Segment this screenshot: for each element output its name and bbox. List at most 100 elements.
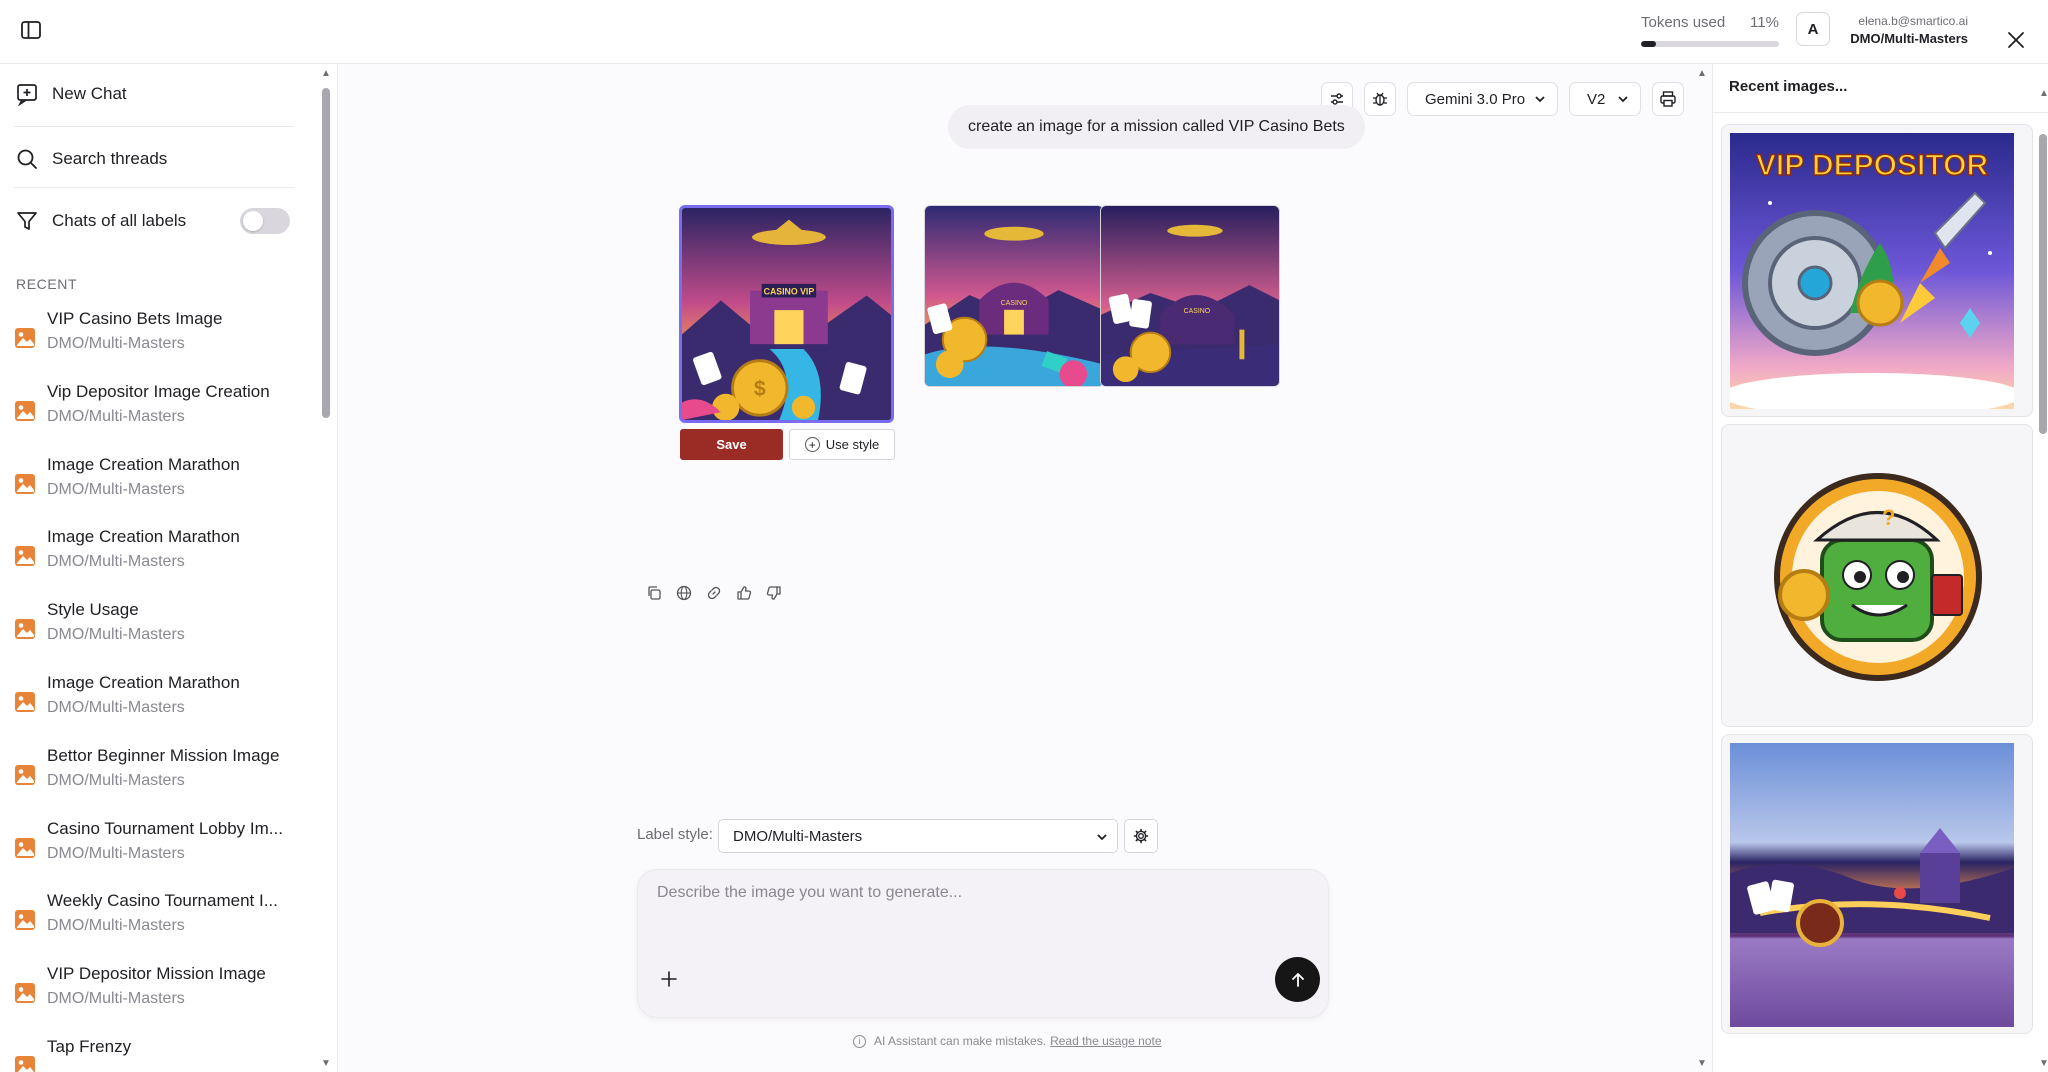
debug-button[interactable] [1364, 82, 1396, 116]
chevron-down-icon [1618, 96, 1628, 103]
plus-circle-icon: + [804, 437, 820, 452]
arrow-up-icon [1291, 972, 1304, 987]
recent-image-3[interactable] [1721, 734, 2033, 1034]
scroll-down-icon[interactable]: ▼ [321, 1058, 331, 1069]
thread-title: Style Usage [47, 600, 139, 620]
version-select[interactable]: V2 [1569, 82, 1641, 116]
svg-text:?: ? [1882, 505, 1895, 530]
search-threads-button[interactable]: Search threads [14, 139, 294, 179]
disclaimer: i AI Assistant can make mistakes. Read t… [853, 1034, 1162, 1048]
thread-label: DMO/Multi-Masters [47, 699, 185, 716]
generated-image-3[interactable]: CASINO [1100, 205, 1280, 387]
tokens-progress-bar [1641, 41, 1779, 47]
tokens-label: Tokens used [1641, 14, 1726, 31]
thread-item[interactable]: Tap Frenzy [14, 1037, 304, 1072]
image-icon [15, 764, 35, 785]
divider [14, 126, 294, 127]
recent-images-title: Recent images... [1729, 78, 1848, 95]
thread-item[interactable]: Style Usage DMO/Multi-Masters [14, 600, 304, 660]
thread-item[interactable]: Vip Depositor Image Creation DMO/Multi-Ma… [14, 382, 304, 442]
attach-button[interactable] [656, 966, 682, 992]
thread-item[interactable]: VIP Casino Bets Image DMO/Multi-Masters [14, 309, 304, 369]
avatar[interactable]: A [1796, 12, 1830, 46]
label-settings-button[interactable] [1124, 819, 1158, 853]
thread-label: DMO/Multi-Masters [47, 335, 185, 352]
labels-toggle[interactable] [240, 208, 290, 234]
right-panel-scroll-thumb[interactable] [2039, 134, 2047, 434]
print-button[interactable] [1652, 82, 1684, 116]
generated-image-2[interactable]: CASINO [924, 205, 1104, 387]
thread-label: DMO/Multi-Masters [47, 917, 185, 935]
link-button[interactable] [703, 582, 725, 604]
image-title-text: VIP DEPOSITOR [1756, 149, 1989, 182]
casino-illustration: CASINO [925, 206, 1103, 386]
thread-title: Vip Depositor Image Creation [47, 381, 270, 401]
thread-item[interactable]: Bettor Beginner Mission Image DMO/Multi-M… [14, 746, 304, 806]
casino-night-illustration: CASINO [1101, 206, 1279, 386]
thread-item[interactable]: VIP Depositor Mission Image DMO/Multi-Mas… [14, 964, 304, 1024]
generated-image-1[interactable]: CASINO VIP $ [679, 205, 894, 423]
recent-images-panel: Recent images... VIP DEPOSITOR ? ▲ ▼ [1712, 64, 2048, 1072]
image-icon [15, 910, 35, 931]
sidebar-scroll-thumb[interactable] [322, 88, 330, 418]
user-email: elena.b@smartico.ai [1858, 14, 1968, 28]
disclaimer-text: AI Assistant can make mistakes. [874, 1034, 1047, 1048]
send-button[interactable] [1275, 957, 1320, 1002]
image-icon [15, 692, 35, 712]
thread-label: DMO/Multi-Masters [47, 553, 185, 571]
recent-image-1[interactable]: VIP DEPOSITOR [1721, 124, 2033, 417]
toggle-knob [243, 211, 263, 231]
usage-note-link[interactable]: Read the usage note [1050, 1034, 1161, 1048]
close-icon [2008, 32, 2024, 48]
recent-image-2[interactable]: ? [1721, 424, 2033, 727]
top-bar: Tokens used 11% A elena.b@smartico.ai DM… [0, 0, 2048, 64]
thread-item[interactable]: Casino Tournament Lobby Im... DMO/Multi-M… [14, 819, 304, 879]
thumbs-up-button[interactable] [733, 582, 755, 604]
use-style-button[interactable]: + Use style [789, 429, 895, 460]
prompt-input[interactable] [657, 884, 1297, 902]
save-button[interactable]: Save [680, 429, 783, 460]
image-icon [15, 400, 35, 421]
vip-depositor-image: VIP DEPOSITOR [1730, 133, 2014, 409]
thread-title: VIP Casino Bets Image [47, 309, 223, 328]
thread-label: DMO/Multi-Masters [47, 771, 185, 789]
thread-label: DMO/Multi-Masters [47, 480, 185, 498]
sidebar-toggle-button[interactable] [13, 12, 49, 48]
divider [14, 187, 294, 188]
right-scroll-up-icon[interactable]: ▲ [2039, 88, 2048, 99]
close-button[interactable] [1998, 22, 2034, 58]
label-style-caption: Label style: [637, 826, 713, 843]
globe-button[interactable] [673, 582, 695, 604]
thread-item[interactable]: Weekly Casino Tournament I... DMO/Multi-M… [14, 891, 304, 951]
image-icon [15, 328, 35, 348]
mascot-image: ? [1722, 425, 2032, 726]
new-chat-label: New Chat [52, 84, 127, 103]
sidebar-toggle-icon [21, 21, 41, 39]
thread-title: Tap Frenzy [47, 1037, 132, 1056]
sidebar-scrollbar[interactable]: ▲ ▼ [318, 64, 334, 1072]
main-scroll-up-icon[interactable]: ▲ [1697, 68, 1707, 79]
filter-icon [14, 208, 40, 234]
model-select[interactable]: Gemini 3.0 Pro [1407, 82, 1558, 116]
version-select-value: V2 [1587, 90, 1606, 108]
thread-item[interactable]: Image Creation Marathon DMO/Multi-Masters [14, 673, 304, 733]
label-style-select[interactable]: DMO/Multi-Masters [718, 819, 1118, 853]
tokens-percent: 11% [1750, 14, 1779, 31]
main-scroll-down-icon[interactable]: ▼ [1697, 1058, 1707, 1069]
search-icon [14, 146, 40, 172]
thumbs-down-button[interactable] [763, 582, 785, 604]
scroll-up-icon[interactable]: ▲ [321, 68, 331, 79]
thread-title: Image Creation Marathon [47, 673, 240, 692]
chevron-down-icon [1535, 96, 1545, 103]
tokens-progress-fill [1641, 41, 1657, 47]
right-scroll-down-icon[interactable]: ▼ [2039, 1058, 2048, 1069]
copy-button[interactable] [643, 582, 665, 604]
thread-title: VIP Depositor Mission Image [47, 964, 266, 984]
new-chat-icon [14, 81, 40, 107]
thread-item[interactable]: Image Creation Marathon DMO/Multi-Masters [14, 455, 304, 515]
recent-header: RECENT [16, 276, 78, 292]
thread-title: Image Creation Marathon [47, 454, 240, 474]
new-chat-button[interactable]: New Chat [14, 74, 294, 114]
thread-item[interactable]: Image Creation Marathon DMO/Multi-Masters [14, 527, 304, 587]
print-icon [1660, 91, 1676, 107]
